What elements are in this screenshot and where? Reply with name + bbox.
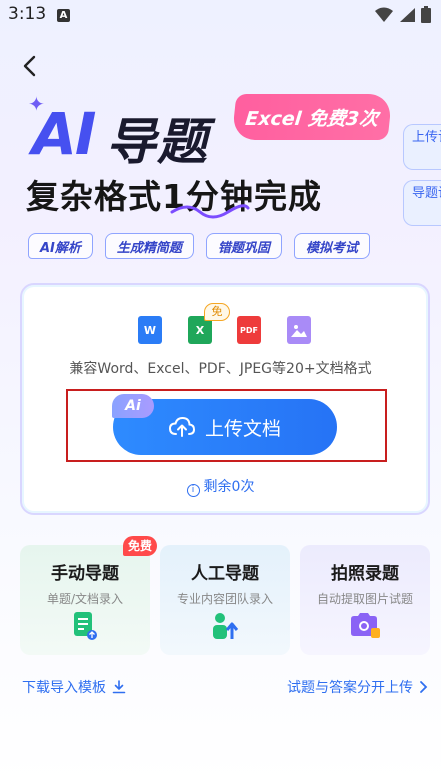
- tag-mistakes: 错题巩固: [205, 233, 282, 259]
- word-icon: W: [138, 316, 162, 344]
- chevron-left-icon: [23, 55, 36, 77]
- manual-import-card[interactable]: 手动导题 单题/文档录入: [20, 545, 150, 655]
- status-time: 3:13: [8, 4, 47, 24]
- free-badge: 免费: [123, 536, 157, 556]
- separate-upload-label: 试题与答案分开上传: [287, 680, 413, 696]
- chevron-right-icon: [420, 681, 428, 693]
- formats-text: 兼容Word、Excel、PDF、JPEG等20+文档格式: [69, 361, 372, 377]
- mode-subtitle: 专业内容团队录入: [176, 592, 273, 606]
- remaining-text: 剩余0次: [203, 479, 255, 495]
- tag-mock-exam: 模拟考试: [293, 233, 370, 259]
- image-icon: [287, 316, 311, 344]
- mode-title: 人工导题: [191, 564, 259, 584]
- download-icon: [112, 680, 126, 694]
- upload-history-tab[interactable]: 上传记录: [403, 124, 441, 170]
- wifi-icon: [375, 7, 393, 22]
- cloud-upload-icon: [168, 416, 195, 437]
- ai-chip: Ai: [112, 394, 154, 418]
- mode-subtitle: 单题/文档录入: [46, 592, 124, 606]
- separate-upload-link[interactable]: 试题与答案分开上传: [287, 677, 429, 697]
- notification-icon: A: [57, 9, 70, 22]
- import-guide-tab[interactable]: 导题说明: [403, 180, 441, 226]
- mode-title: 拍照录题: [331, 564, 399, 584]
- pdf-icon: PDF: [237, 316, 261, 344]
- battery-icon: [421, 6, 431, 23]
- upload-button-label: 上传文档: [204, 417, 281, 440]
- excel-free-badge: Excel 免费3次: [231, 94, 393, 140]
- status-icons: [375, 6, 431, 23]
- person-upload-icon: [213, 613, 239, 639]
- tag-simplified: 生成精简题: [104, 233, 194, 259]
- hero-title: 导题: [106, 113, 208, 171]
- tag-ai-analysis: AI解析: [28, 233, 93, 259]
- info-icon: i: [186, 484, 200, 497]
- squiggle-decoration: [170, 204, 250, 219]
- remaining-count: i 剩余0次: [0, 476, 441, 497]
- document-icon: [74, 612, 97, 640]
- mode-title: 手动导题: [51, 564, 119, 584]
- download-template-label: 下载导入模板: [22, 680, 106, 696]
- back-button[interactable]: [16, 52, 44, 80]
- signal-icon: [400, 7, 415, 22]
- download-template-link[interactable]: 下载导入模板: [22, 677, 126, 697]
- hero-ai-text: AI: [32, 100, 96, 168]
- photo-import-card[interactable]: 拍照录题 自动提取图片试题: [300, 545, 430, 655]
- free-tag: 免: [204, 303, 230, 321]
- camera-icon: [351, 613, 380, 638]
- mode-subtitle: 自动提取图片试题: [316, 592, 413, 606]
- feature-tags: AI解析 生成精简题 错题巩固 模拟考试: [28, 233, 370, 259]
- human-import-card[interactable]: 人工导题 专业内容团队录入: [160, 545, 290, 655]
